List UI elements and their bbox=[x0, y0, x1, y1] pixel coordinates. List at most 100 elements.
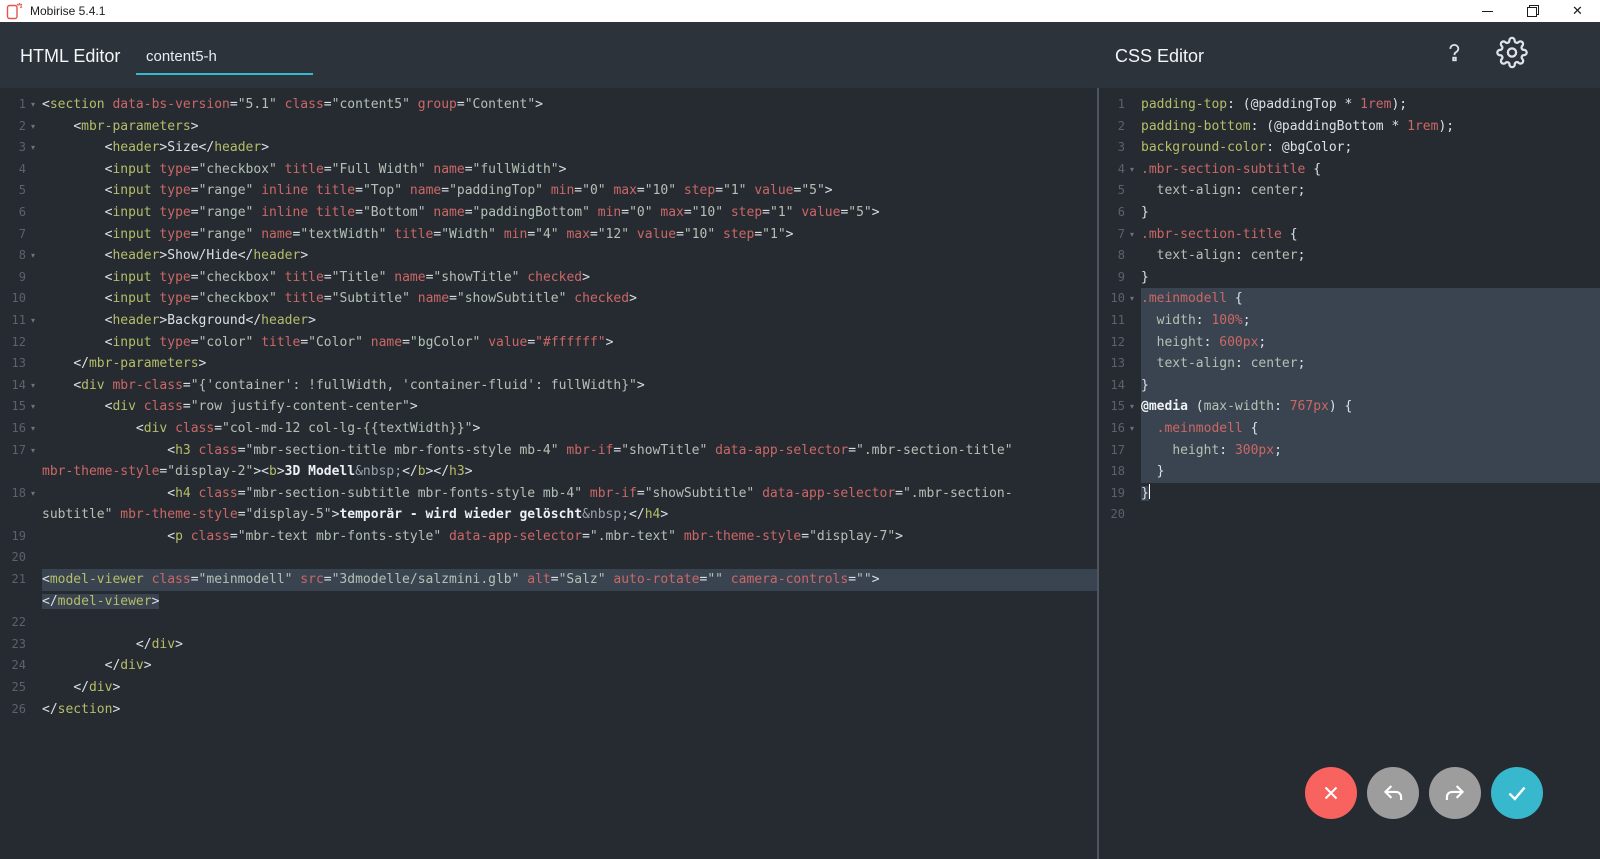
redo-button[interactable] bbox=[1429, 767, 1481, 819]
code-token: "Title" bbox=[332, 270, 387, 285]
minimize-button[interactable] bbox=[1465, 0, 1510, 22]
apply-button[interactable] bbox=[1491, 767, 1543, 819]
fold-arrow-icon[interactable]: ▾ bbox=[26, 440, 40, 462]
gutter: 13 bbox=[1099, 353, 1139, 375]
code-text: background-color: @bgColor; bbox=[1141, 137, 1600, 159]
code-line[interactable]: 18▾ <h4 class="mbr-section-subtitle mbr-… bbox=[0, 483, 1097, 505]
code-line[interactable]: 16▾ <div class="col-md-12 col-lg-{{textW… bbox=[0, 418, 1097, 440]
code-line[interactable]: 4▾.mbr-section-subtitle { bbox=[1099, 159, 1600, 181]
code-token: "Top" bbox=[363, 183, 402, 198]
fold-arrow-icon[interactable]: ▾ bbox=[26, 418, 40, 440]
line-number: 18 bbox=[0, 483, 26, 505]
fold-arrow-icon[interactable]: ▾ bbox=[1125, 418, 1139, 440]
code-line[interactable]: 22 bbox=[0, 612, 1097, 634]
code-token: = bbox=[895, 486, 903, 501]
code-line[interactable]: 3▾ <header>Size</header> bbox=[0, 137, 1097, 159]
code-line[interactable]: 1padding-top: (@paddingTop * 1rem); bbox=[1099, 94, 1600, 116]
code-line[interactable]: </model-viewer> bbox=[0, 591, 1097, 613]
code-line[interactable]: 1▾<section data-bs-version="5.1" class="… bbox=[0, 94, 1097, 116]
code-line[interactable]: 26</section> bbox=[0, 699, 1097, 721]
code-token: : (@paddingTop * bbox=[1227, 97, 1360, 112]
fold-arrow-icon[interactable]: ▾ bbox=[1125, 159, 1139, 181]
fold-arrow-icon[interactable]: ▾ bbox=[26, 137, 40, 159]
code-line[interactable]: 9} bbox=[1099, 267, 1600, 289]
code-line[interactable]: 11 width: 100%; bbox=[1099, 310, 1600, 332]
gutter bbox=[0, 504, 40, 526]
code-line[interactable]: 23 </div> bbox=[0, 634, 1097, 656]
code-token: name bbox=[433, 162, 464, 177]
code-line[interactable]: 20 bbox=[1099, 504, 1600, 526]
code-text: </div> bbox=[42, 655, 1097, 677]
code-line[interactable]: 15▾@media (max-width: 767px) { bbox=[1099, 396, 1600, 418]
code-line[interactable]: 2▾ <mbr-parameters> bbox=[0, 116, 1097, 138]
code-line[interactable]: 16▾ .meinmodell { bbox=[1099, 418, 1600, 440]
code-line[interactable]: 9 <input type="checkbox" title="Title" n… bbox=[0, 267, 1097, 289]
code-line[interactable]: 12 <input type="color" title="Color" nam… bbox=[0, 332, 1097, 354]
code-line[interactable]: 10▾.meinmodell { bbox=[1099, 288, 1600, 310]
code-line[interactable]: 2padding-bottom: (@paddingBottom * 1rem)… bbox=[1099, 116, 1600, 138]
code-line[interactable]: 17 height: 300px; bbox=[1099, 440, 1600, 462]
fold-arrow-icon[interactable]: ▾ bbox=[26, 94, 40, 116]
undo-button[interactable] bbox=[1367, 767, 1419, 819]
code-line[interactable]: 10 <input type="checkbox" title="Subtitl… bbox=[0, 288, 1097, 310]
discard-button[interactable] bbox=[1305, 767, 1357, 819]
code-line[interactable]: 4 <input type="checkbox" title="Full Wid… bbox=[0, 159, 1097, 181]
code-token bbox=[277, 162, 285, 177]
tab-content5-h[interactable]: content5-h bbox=[136, 48, 313, 75]
code-token: "content5" bbox=[332, 97, 410, 112]
html-code-editor[interactable]: 1▾<section data-bs-version="5.1" class="… bbox=[0, 88, 1097, 859]
code-line[interactable]: subtitle" mbr-theme-style="display-5">te… bbox=[0, 504, 1097, 526]
settings-gear-icon[interactable] bbox=[1496, 37, 1528, 74]
code-line[interactable]: 24 </div> bbox=[0, 655, 1097, 677]
fold-arrow-icon[interactable]: ▾ bbox=[26, 310, 40, 332]
code-line[interactable]: 15▾ <div class="row justify-content-cent… bbox=[0, 396, 1097, 418]
code-line[interactable]: 14} bbox=[1099, 375, 1600, 397]
gutter: 6 bbox=[0, 202, 40, 224]
line-number: 8 bbox=[1099, 245, 1125, 267]
fold-arrow-icon[interactable]: ▾ bbox=[26, 396, 40, 418]
code-line[interactable]: 13 </mbr-parameters> bbox=[0, 353, 1097, 375]
css-code-editor[interactable]: 1padding-top: (@paddingTop * 1rem);2padd… bbox=[1099, 88, 1600, 859]
fold-arrow-icon[interactable]: ▾ bbox=[26, 116, 40, 138]
code-line[interactable]: 14▾ <div mbr-class="{'container': !fullW… bbox=[0, 375, 1097, 397]
code-line[interactable]: 19} bbox=[1099, 483, 1600, 505]
fold-arrow-icon[interactable]: ▾ bbox=[26, 483, 40, 505]
fold-arrow-icon[interactable]: ▾ bbox=[26, 375, 40, 397]
code-line[interactable]: 5 <input type="range" inline title="Top"… bbox=[0, 180, 1097, 202]
code-line[interactable]: 8▾ <header>Show/Hide</header> bbox=[0, 245, 1097, 267]
code-line[interactable]: 6 <input type="range" inline title="Bott… bbox=[0, 202, 1097, 224]
code-text: <input type="range" name="textWidth" tit… bbox=[42, 224, 1097, 246]
code-token bbox=[253, 335, 261, 350]
code-line[interactable]: 8 text-align: center; bbox=[1099, 245, 1600, 267]
code-line[interactable]: 3background-color: @bgColor; bbox=[1099, 137, 1600, 159]
fold-arrow-icon[interactable]: ▾ bbox=[1125, 288, 1139, 310]
code-line[interactable]: 6} bbox=[1099, 202, 1600, 224]
fold-arrow-icon[interactable]: ▾ bbox=[26, 245, 40, 267]
fold-spacer bbox=[1125, 353, 1139, 375]
code-line[interactable]: 21 <model-viewer class="meinmodell" src=… bbox=[0, 569, 1097, 591]
fold-arrow-icon[interactable]: ▾ bbox=[1125, 396, 1139, 418]
code-line[interactable]: 12 height: 600px; bbox=[1099, 332, 1600, 354]
code-line[interactable]: 5 text-align: center; bbox=[1099, 180, 1600, 202]
code-line[interactable]: 19 <p class="mbr-text mbr-fonts-style" d… bbox=[0, 526, 1097, 548]
code-token: "#ffffff" bbox=[535, 335, 605, 350]
code-text: subtitle" mbr-theme-style="display-5">te… bbox=[42, 504, 1097, 526]
help-icon[interactable] bbox=[1440, 39, 1468, 72]
code-line[interactable]: 17▾ <h3 class="mbr-section-title mbr-fon… bbox=[0, 440, 1097, 462]
code-token: "10" bbox=[645, 183, 676, 198]
code-line[interactable]: 13 text-align: center; bbox=[1099, 353, 1600, 375]
code-line[interactable]: 18 } bbox=[1099, 461, 1600, 483]
restore-button[interactable] bbox=[1510, 0, 1555, 22]
code-token: "mbr-section-subtitle mbr-fonts-style mb… bbox=[246, 486, 583, 501]
gutter: 13 bbox=[0, 353, 40, 375]
code-token: "1" bbox=[723, 183, 746, 198]
code-line[interactable]: 7▾.mbr-section-title { bbox=[1099, 224, 1600, 246]
code-line[interactable]: 11▾ <header>Background</header> bbox=[0, 310, 1097, 332]
close-window-button[interactable]: ✕ bbox=[1555, 0, 1600, 22]
code-line[interactable]: 7 <input type="range" name="textWidth" t… bbox=[0, 224, 1097, 246]
code-line[interactable]: 20 bbox=[0, 547, 1097, 569]
code-line[interactable]: 25 </div> bbox=[0, 677, 1097, 699]
code-line[interactable]: mbr-theme-style="display-2"><b>3D Modell… bbox=[0, 461, 1097, 483]
code-token: = bbox=[441, 183, 449, 198]
fold-arrow-icon[interactable]: ▾ bbox=[1125, 224, 1139, 246]
